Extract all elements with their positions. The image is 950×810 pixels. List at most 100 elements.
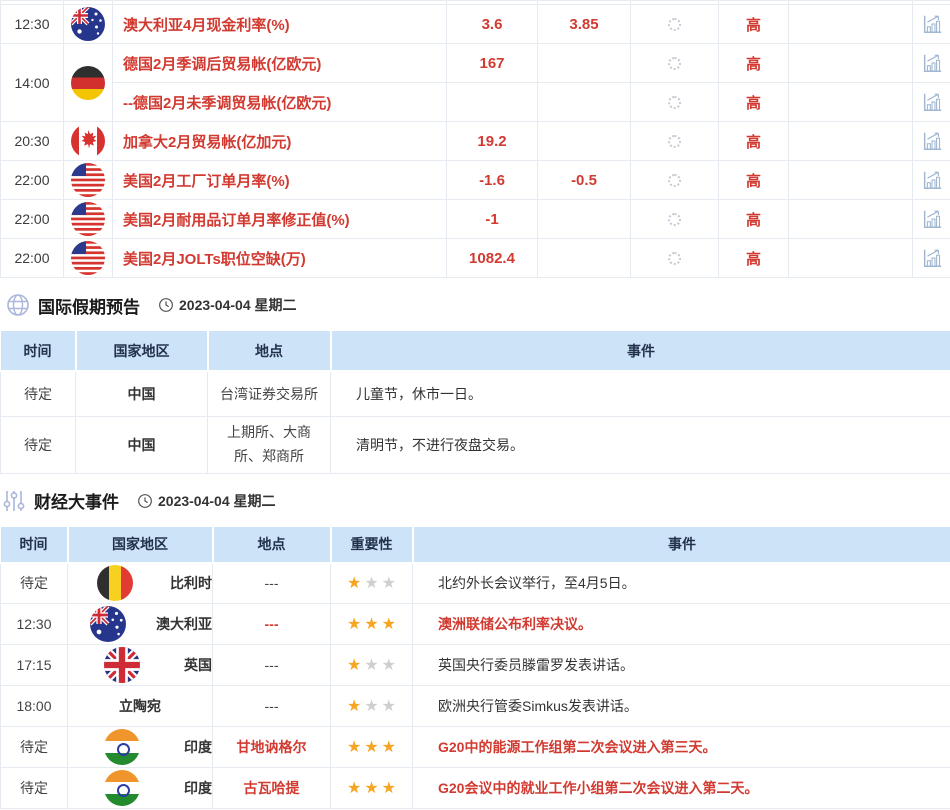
importance-label: 高: [718, 43, 789, 83]
table-header-row: 时间 国家地区 地点 事件: [0, 331, 950, 372]
table-row: 18:00 立陶宛 --- ★ ★ ★ 欧洲央行管委Simkus发表讲话。: [0, 685, 950, 727]
star-icon: ★: [364, 779, 379, 797]
loading-spinner-icon: [668, 56, 681, 70]
flag-australia-icon: [71, 7, 105, 41]
event-name-link[interactable]: 澳大利亚4月现金利率(%): [112, 4, 447, 44]
holiday-table: 时间 国家地区 地点 事件 待定 中国 台湾证券交易所 儿童节，休市一日。 待定…: [0, 331, 950, 474]
event-description[interactable]: 欧洲央行管委Simkus发表讲话。: [412, 685, 950, 727]
affect-cell: [788, 82, 913, 122]
holiday-country: 中国: [75, 370, 208, 417]
holiday-place: 台湾证券交易所: [207, 370, 331, 417]
flag-india-icon: [103, 770, 140, 806]
table-row: 14:00 德国2月季调后贸易帐(亿欧元) 167 高: [0, 43, 950, 122]
star-icon: ★: [364, 656, 379, 674]
importance-stars: ★ ★ ★: [346, 574, 396, 592]
event-time: 14:00: [0, 43, 64, 122]
event-name-link[interactable]: 加拿大2月贸易帐(亿加元): [112, 121, 447, 161]
holiday-time: 待定: [0, 415, 76, 474]
table-row: 待定 中国 台湾证券交易所 儿童节，休市一日。: [0, 370, 950, 417]
chart-icon[interactable]: [920, 247, 944, 269]
flag-canada-icon: [71, 124, 105, 158]
event-description[interactable]: G20会议中的就业工作小组第二次会议进入第二天。: [412, 767, 950, 809]
importance-stars: ★ ★ ★: [347, 738, 397, 756]
country-name: 澳大利亚: [156, 616, 212, 632]
date-text: 2023-04-04 星期二: [179, 297, 297, 313]
importance-stars: ★ ★ ★: [347, 779, 397, 797]
table-row: 22:00 美国2月JOLTs职位空缺(万) 1082.4 高: [0, 238, 950, 278]
event-time: 22:00: [0, 199, 64, 239]
importance-label: 高: [718, 238, 789, 278]
events-table: 时间 国家地区 地点 重要性 事件 待定 比利时 --- ★ ★ ★ 北约外长会议举…: [0, 526, 950, 809]
star-icon: ★: [381, 697, 397, 715]
actual-value: 167: [446, 43, 538, 83]
chart-icon[interactable]: [920, 13, 944, 35]
flag-usa-icon: [71, 241, 105, 275]
event-time: 待定: [0, 562, 68, 604]
table-row: 22:00 美国2月工厂订单月率(%) -1.6 -0.5 高: [0, 160, 950, 200]
chart-icon[interactable]: [920, 169, 944, 191]
importance-label: 高: [718, 4, 789, 44]
holiday-time: 待定: [0, 370, 76, 417]
event-description[interactable]: 英国央行委员滕雷罗发表讲话。: [412, 644, 950, 686]
event-name-link[interactable]: 德国2月季调后贸易帐(亿欧元): [112, 43, 447, 83]
star-icon: ★: [346, 574, 362, 592]
event-description[interactable]: G20中的能源工作组第二次会议进入第三天。: [412, 726, 950, 768]
economic-data-table: 12:30 澳大利亚4月现金利率(%) 3.6 3.85 高 14:00 德国2…: [0, 0, 950, 278]
actual-value: 19.2: [446, 121, 538, 161]
chart-icon[interactable]: [920, 208, 944, 230]
forecast-value: [537, 121, 631, 161]
event-place: 甘地讷格尔: [212, 726, 331, 768]
star-icon: ★: [381, 738, 397, 756]
section-title: 国际假期预告: [38, 297, 140, 317]
event-name-link[interactable]: 美国2月耐用品订单月率修正值(%): [112, 199, 447, 239]
chart-icon[interactable]: [920, 52, 944, 74]
holiday-event: 清明节，不进行夜盘交易。: [330, 415, 950, 474]
table-row: 待定 印度 古瓦哈提 ★ ★ ★ G20会议中的就业工作小组第二次会议进入第二天。: [0, 767, 950, 809]
forecast-value: [537, 43, 631, 83]
importance-stars: ★ ★ ★: [347, 616, 396, 633]
importance-label: 高: [718, 199, 789, 239]
table-row: 20:30 加拿大2月贸易帐(亿加元) 19.2 高: [0, 121, 950, 161]
chart-icon[interactable]: [920, 91, 944, 113]
date-text: 2023-04-04 星期二: [158, 492, 276, 509]
star-icon: ★: [364, 574, 379, 592]
col-header-country: 国家地区: [66, 526, 213, 564]
chart-icon[interactable]: [920, 130, 944, 152]
importance-label: 高: [718, 121, 789, 161]
star-icon: ★: [364, 738, 379, 756]
importance-label: 高: [718, 160, 789, 200]
star-icon: ★: [346, 697, 362, 715]
flag-india-icon: [103, 729, 140, 765]
forecast-value: 3.85: [537, 4, 631, 44]
sliders-icon: [2, 489, 26, 513]
affect-cell: [788, 43, 913, 83]
actual-value: 1082.4: [446, 238, 538, 278]
event-place: 古瓦哈提: [212, 767, 331, 809]
event-place: ---: [212, 644, 331, 686]
event-time: 17:15: [0, 644, 68, 686]
table-row: 22:00 美国2月耐用品订单月率修正值(%) -1 高: [0, 199, 950, 239]
table-row: 12:30 澳大利亚4月现金利率(%) 3.6 3.85 高: [0, 4, 950, 44]
actual-value: -1.6: [446, 160, 538, 200]
holiday-section-header: 国际假期预告 2023-04-04 星期二: [6, 292, 950, 318]
event-description[interactable]: 北约外长会议举行，至4月5日。: [412, 562, 950, 604]
col-header-importance: 重要性: [329, 526, 413, 564]
event-place: ---: [212, 603, 331, 645]
event-name-link[interactable]: 美国2月工厂订单月率(%): [112, 160, 447, 200]
event-description[interactable]: 澳洲联储公布利率决议。: [412, 603, 950, 645]
event-time: 待定: [0, 767, 68, 809]
event-name-link[interactable]: 美国2月JOLTs职位空缺(万): [112, 238, 447, 278]
loading-spinner-icon: [668, 212, 681, 226]
col-header-time: 时间: [0, 331, 76, 372]
clock-icon: [137, 493, 153, 509]
affect-cell: [788, 199, 913, 239]
event-time: 待定: [0, 726, 68, 768]
importance-stars: ★ ★ ★: [346, 697, 397, 715]
event-time: 18:00: [0, 685, 68, 727]
star-icon: ★: [381, 779, 397, 797]
clock-icon: [158, 297, 174, 313]
loading-spinner-icon: [668, 173, 681, 187]
star-icon: ★: [346, 656, 362, 674]
table-row: 12:30 澳大利亚 --- ★ ★ ★ 澳洲联储公布利率决议。: [0, 603, 950, 645]
event-name-link[interactable]: --德国2月未季调贸易帐(亿欧元): [112, 82, 447, 122]
